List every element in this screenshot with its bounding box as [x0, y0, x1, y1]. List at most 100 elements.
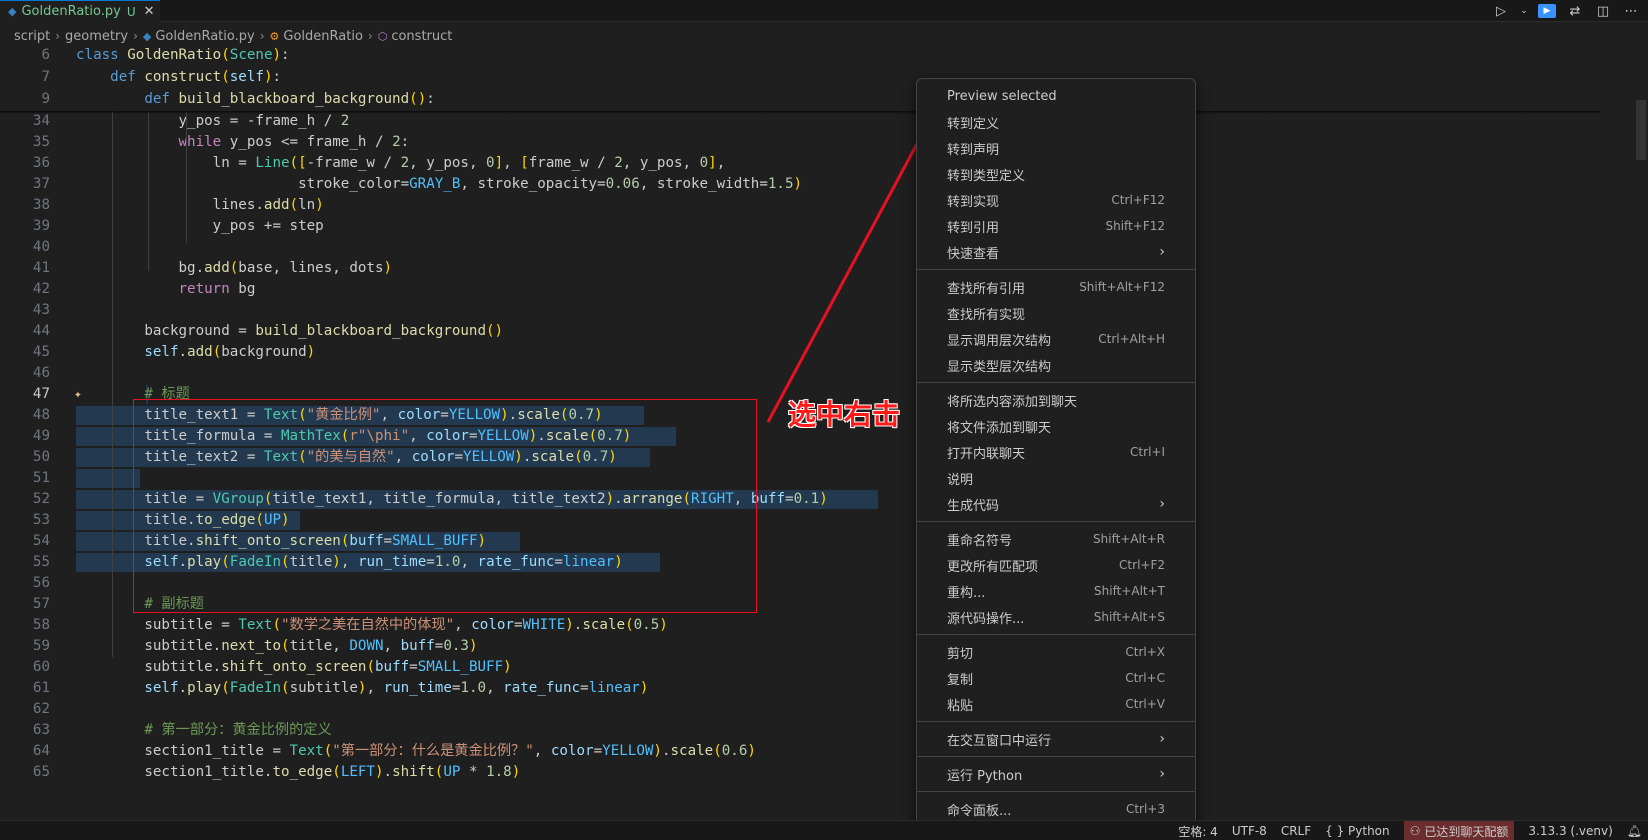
- menu-item-label: 生成代码: [947, 498, 1000, 514]
- more-actions-icon[interactable]: ⋯: [1622, 4, 1640, 19]
- context-menu-item[interactable]: 将所选内容添加到聊天: [917, 387, 1195, 413]
- context-menu-item[interactable]: 更改所有匹配项 Ctrl+F2: [917, 552, 1195, 578]
- status-chat-quota[interactable]: ⚇ 已达到聊天配额: [1403, 821, 1515, 840]
- line-number: 40: [32, 239, 50, 255]
- split-editor-icon[interactable]: ◫: [1594, 4, 1612, 19]
- code-line[interactable]: 37 stroke_color=GRAY_B, stroke_opacity=0…: [0, 174, 1600, 195]
- chevron-down-icon[interactable]: ⌄: [1520, 6, 1528, 16]
- status-language[interactable]: { } Python: [1325, 824, 1390, 838]
- context-menu-item[interactable]: 打开内联聊天 Ctrl+I: [917, 439, 1195, 465]
- code-line[interactable]: 63 # 第一部分：黄金比例的定义: [0, 720, 1600, 741]
- context-menu-item[interactable]: 将文件添加到聊天: [917, 413, 1195, 439]
- context-menu-item[interactable]: 查找所有实现: [917, 300, 1195, 326]
- selection-highlight-box: [133, 399, 757, 613]
- breadcrumb-item-geometry[interactable]: geometry: [65, 29, 128, 44]
- context-menu-item[interactable]: 运行 Python ›: [917, 761, 1195, 787]
- compare-icon[interactable]: ⇄: [1566, 4, 1584, 19]
- sticky-line[interactable]: 6 class GoldenRatio(Scene):: [0, 45, 1600, 66]
- context-menu-item[interactable]: 快速查看 ›: [917, 239, 1195, 265]
- sticky-line[interactable]: 9 def build_blackboard_background():: [0, 89, 1600, 110]
- context-menu-item[interactable]: 转到声明: [917, 135, 1195, 161]
- context-menu-item[interactable]: 重构... Shift+Alt+T: [917, 578, 1195, 604]
- context-menu-item[interactable]: 剪切 Ctrl+X: [917, 639, 1195, 665]
- run-icon[interactable]: ▷: [1492, 4, 1510, 19]
- notification-bell-icon[interactable]: 🔔︎: [1627, 824, 1642, 838]
- code-line[interactable]: 38 lines.add(ln): [0, 195, 1600, 216]
- menu-item-shortcut: Ctrl+V: [1125, 697, 1165, 711]
- code-line[interactable]: 41 bg.add(base, lines, dots): [0, 258, 1600, 279]
- code-line[interactable]: 65 section1_title.to_edge(LEFT).shift(UP…: [0, 762, 1600, 783]
- line-number: 59: [32, 638, 50, 654]
- breadcrumb-item-method[interactable]: construct: [391, 29, 452, 44]
- menu-item-label: 显示调用层次结构: [947, 333, 1052, 349]
- menu-item-label: 快速查看: [947, 246, 1000, 262]
- context-menu-item[interactable]: 粘贴 Ctrl+V: [917, 691, 1195, 717]
- menu-item-label: 复制: [947, 672, 974, 688]
- context-menu-item[interactable]: 转到引用 Shift+F12: [917, 213, 1195, 239]
- code-line[interactable]: 42 return bg: [0, 279, 1600, 300]
- chevron-right-icon: ›: [1159, 766, 1165, 782]
- code-line[interactable]: 58 subtitle = Text("数学之美在自然中的体现", color=…: [0, 615, 1600, 636]
- code-line[interactable]: 44 background = build_blackboard_backgro…: [0, 321, 1600, 342]
- menu-item-shortcut: Shift+Alt+R: [1093, 532, 1165, 546]
- context-menu-item[interactable]: 生成代码 ›: [917, 491, 1195, 517]
- code-line[interactable]: 34 y_pos = -frame_h / 2: [0, 111, 1600, 132]
- code-line[interactable]: 46: [0, 363, 1600, 384]
- context-menu-item[interactable]: 显示类型层次结构: [917, 352, 1195, 378]
- annotation-text: 选中右击: [788, 398, 901, 431]
- context-menu-item[interactable]: 复制 Ctrl+C: [917, 665, 1195, 691]
- status-eol[interactable]: CRLF: [1281, 824, 1311, 838]
- code-line[interactable]: 40: [0, 237, 1600, 258]
- scrollbar-thumb[interactable]: [1636, 100, 1646, 160]
- code-line[interactable]: 64 section1_title = Text("第一部分：什么是黄金比例？"…: [0, 741, 1600, 762]
- status-python-interpreter[interactable]: 3.13.3 (.venv): [1528, 824, 1612, 838]
- menu-item-label: 源代码操作...: [947, 611, 1025, 627]
- context-menu-item[interactable]: 显示调用层次结构 Ctrl+Alt+H: [917, 326, 1195, 352]
- context-menu-item[interactable]: 转到定义: [917, 109, 1195, 135]
- code-line[interactable]: 61 self.play(FadeIn(subtitle), run_time=…: [0, 678, 1600, 699]
- line-number: 39: [32, 218, 50, 234]
- code-text: section1_title.to_edge(LEFT).shift(UP * …: [76, 764, 521, 780]
- status-indentation[interactable]: 空格: 4: [1178, 823, 1218, 840]
- editor-tab[interactable]: ◆ GoldenRatio.py U ✕: [0, 0, 160, 22]
- context-menu-item[interactable]: 说明: [917, 465, 1195, 491]
- code-line[interactable]: 43: [0, 300, 1600, 321]
- code-line[interactable]: 45 self.add(background): [0, 342, 1600, 363]
- code-line[interactable]: 39 y_pos += step: [0, 216, 1600, 237]
- breadcrumb-item-script[interactable]: script: [14, 29, 50, 44]
- context-menu-item[interactable]: 重命名符号 Shift+Alt+R: [917, 526, 1195, 552]
- menu-item-shortcut: Ctrl+F12: [1111, 193, 1165, 207]
- menu-item-shortcut: Ctrl+C: [1125, 671, 1165, 685]
- context-menu-item[interactable]: 命令面板... Ctrl+3: [917, 796, 1195, 822]
- close-icon[interactable]: ✕: [144, 4, 155, 19]
- chevron-right-icon: ›: [1159, 496, 1165, 512]
- menu-separator: [917, 756, 1195, 757]
- context-menu-item[interactable]: 在交互窗口中运行 ›: [917, 726, 1195, 752]
- context-menu-item[interactable]: 源代码操作... Shift+Alt+S: [917, 604, 1195, 630]
- breadcrumb-item-class[interactable]: GoldenRatio: [283, 29, 363, 44]
- code-line[interactable]: 36 ln = Line([-frame_w / 2, y_pos, 0], […: [0, 153, 1600, 174]
- code-text: while y_pos <= frame_h / 2:: [178, 134, 410, 150]
- sticky-scroll-shadow: [0, 111, 1600, 114]
- line-number: 7: [41, 69, 50, 85]
- menu-item-label: 转到定义: [947, 116, 1000, 132]
- breadcrumb-item-file[interactable]: GoldenRatio.py: [155, 29, 254, 44]
- context-menu-item[interactable]: 查找所有引用 Shift+Alt+F12: [917, 274, 1195, 300]
- code-line[interactable]: 59 subtitle.next_to(title, DOWN, buff=0.…: [0, 636, 1600, 657]
- context-menu-item[interactable]: Preview selected: [917, 83, 1195, 109]
- code-line[interactable]: 35 while y_pos <= frame_h / 2:: [0, 132, 1600, 153]
- line-number: 60: [32, 659, 50, 675]
- context-menu-item[interactable]: 转到类型定义: [917, 161, 1195, 187]
- tab-bar: ◆ GoldenRatio.py U ✕ ▷ ⌄ ▶ ⇄ ◫ ⋯: [0, 0, 1648, 22]
- code-text: subtitle.next_to(title, DOWN, buff=0.3): [76, 638, 478, 654]
- context-menu-item[interactable]: 转到实现 Ctrl+F12: [917, 187, 1195, 213]
- line-number: 49: [32, 428, 50, 444]
- sticky-line[interactable]: 7 def construct(self):: [0, 67, 1600, 88]
- menu-item-label: 将所选内容添加到聊天: [947, 394, 1078, 410]
- chevron-right-icon: ›: [367, 29, 373, 43]
- code-line[interactable]: 62: [0, 699, 1600, 720]
- status-encoding[interactable]: UTF-8: [1232, 824, 1267, 838]
- preview-icon[interactable]: ▶: [1538, 4, 1556, 18]
- vertical-scrollbar[interactable]: [1634, 100, 1648, 820]
- code-line[interactable]: 60 subtitle.shift_onto_screen(buff=SMALL…: [0, 657, 1600, 678]
